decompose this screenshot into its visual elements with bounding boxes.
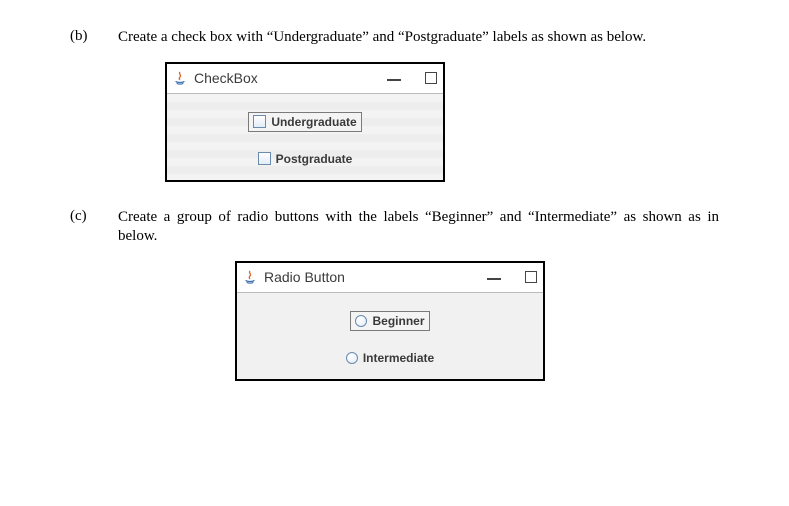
radio-icon [346,352,358,364]
maximize-icon[interactable] [425,72,437,84]
checkbox-label: Undergraduate [271,115,356,129]
question-b-label: (b) [70,28,118,48]
question-b: (b) Create a check box with “Undergradua… [70,28,719,48]
java-icon [171,69,189,87]
window-title: Radio Button [264,269,487,285]
checkbox-icon [258,152,271,165]
radio-intermediate[interactable]: Intermediate [342,349,438,367]
window-body: Undergraduate Postgraduate [167,94,443,180]
checkbox-postgraduate[interactable]: Postgraduate [254,150,357,168]
checkbox-window: CheckBox Undergraduate Postgraduate [165,62,445,182]
window-body: Beginner Intermediate [237,293,543,379]
radio-label: Intermediate [363,351,434,365]
minimize-icon[interactable] [487,278,501,280]
titlebar: Radio Button [237,263,543,293]
window-title: CheckBox [194,70,387,86]
question-c-text: Create a group of radio buttons with the… [118,208,719,247]
radio-window: Radio Button Beginner Intermediate [235,261,545,381]
window-controls [487,271,537,283]
window-controls [387,72,437,84]
question-b-text: Create a check box with “Undergraduate” … [118,28,719,48]
titlebar: CheckBox [167,64,443,94]
java-icon [241,268,259,286]
checkbox-undergraduate[interactable]: Undergraduate [248,112,361,132]
checkbox-label: Postgraduate [276,152,353,166]
checkbox-icon [253,115,266,128]
question-c: (c) Create a group of radio buttons with… [70,208,719,247]
question-c-label: (c) [70,208,118,247]
radio-icon [355,315,367,327]
radio-beginner[interactable]: Beginner [350,311,429,331]
radio-label: Beginner [372,314,424,328]
minimize-icon[interactable] [387,79,401,81]
maximize-icon[interactable] [525,271,537,283]
